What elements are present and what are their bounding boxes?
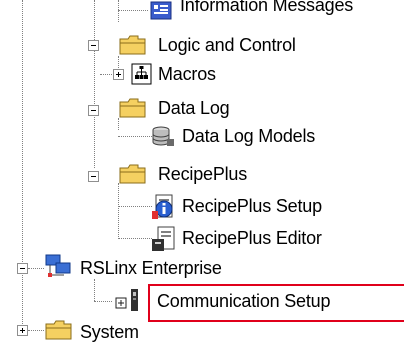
recipe-editor-icon xyxy=(152,226,175,251)
tree-item-label: Information Messages xyxy=(180,0,354,15)
tree-connector xyxy=(118,136,152,137)
network-icon xyxy=(45,254,71,277)
tree-item-label: Data Log xyxy=(158,98,230,118)
tree-connector xyxy=(118,238,152,239)
tree-item-label: RecipePlus Setup xyxy=(182,196,322,216)
tree-connector xyxy=(28,330,44,331)
database-icon xyxy=(152,126,174,146)
collapse-toggle[interactable] xyxy=(88,171,99,182)
tree-connector xyxy=(22,0,23,324)
folder-icon xyxy=(119,164,146,184)
tree-item-label: RecipePlus xyxy=(158,164,248,184)
communication-setup-icon xyxy=(115,289,138,311)
tree-item-label: Macros xyxy=(158,64,216,84)
information-messages-icon xyxy=(150,1,172,20)
tree-item-label: System xyxy=(80,322,139,342)
expand-toggle[interactable] xyxy=(113,69,124,80)
recipe-setup-icon xyxy=(152,194,173,219)
expand-toggle[interactable] xyxy=(17,325,28,336)
tree-item-label: RSLinx Enterprise xyxy=(80,258,222,278)
tree-connector xyxy=(28,268,44,269)
tree-item-label: Logic and Control xyxy=(158,35,296,55)
macros-icon xyxy=(131,63,152,85)
tree-connector xyxy=(94,301,112,302)
project-tree: Information Messages Logic and Control M… xyxy=(0,0,404,347)
folder-icon xyxy=(119,35,146,55)
tree-connector xyxy=(118,183,119,239)
tree-connector xyxy=(94,0,95,168)
tree-item-label: Communication Setup xyxy=(157,291,331,311)
collapse-toggle[interactable] xyxy=(88,40,99,51)
folder-icon xyxy=(119,98,146,118)
tree-connector xyxy=(118,206,152,207)
folder-icon xyxy=(45,320,72,340)
tree-connector xyxy=(118,10,148,11)
tree-item-label: Data Log Models xyxy=(182,126,316,146)
tree-connector xyxy=(118,0,119,22)
tree-item-label: RecipePlus Editor xyxy=(182,228,322,248)
tree-connector xyxy=(94,279,95,301)
collapse-toggle[interactable] xyxy=(88,105,99,116)
collapse-toggle[interactable] xyxy=(17,263,28,274)
